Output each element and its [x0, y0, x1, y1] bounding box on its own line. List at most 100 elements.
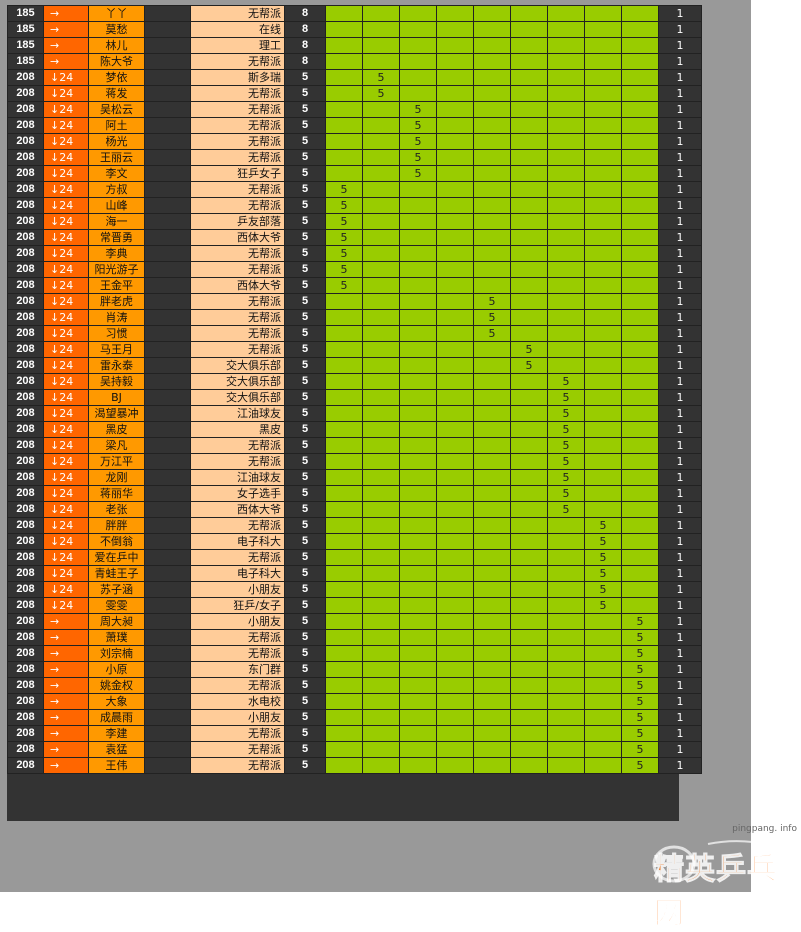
count-cell: 1 [658, 293, 702, 310]
round-cell [621, 341, 659, 358]
rank-cell: 208 [7, 437, 44, 454]
rank-cell: 208 [7, 693, 44, 710]
count-cell: 1 [658, 517, 702, 534]
round-cell [584, 85, 622, 102]
count-cell: 1 [658, 437, 702, 454]
player-name-cell: 苏子涵 [88, 581, 145, 598]
round-cell [325, 389, 363, 406]
rank-cell: 208 [7, 149, 44, 166]
count-cell: 1 [658, 581, 702, 598]
rank-cell: 185 [7, 5, 44, 22]
table-row: 208 ↓24 胖胖 无帮派 5 5 1 [7, 517, 702, 534]
round-cell [436, 197, 474, 214]
rank-change-cell: → [43, 677, 89, 694]
round-cell [436, 341, 474, 358]
round-cell [510, 517, 548, 534]
rank-change-cell: ↓24 [43, 437, 89, 454]
round-cell [325, 549, 363, 566]
score-cell: 5 [284, 501, 326, 518]
count-cell: 1 [658, 645, 702, 662]
round-cell [362, 5, 400, 22]
round-cell [510, 677, 548, 694]
player-name-cell: 杨光 [88, 133, 145, 150]
round-cell [473, 421, 511, 438]
player-name-cell: 爱在乒中 [88, 549, 145, 566]
rank-cell: 208 [7, 165, 44, 182]
round-cell [621, 485, 659, 502]
round-cell [362, 565, 400, 582]
count-cell: 1 [658, 261, 702, 278]
table-row: 208 ↓24 雯雯 狂乒/女子 5 5 1 [7, 597, 702, 614]
round-cell: 5 [399, 101, 437, 118]
player-name-cell: 刘宗楠 [88, 645, 145, 662]
round-cell: 5 [547, 453, 585, 470]
round-cell [473, 629, 511, 646]
round-cell [547, 309, 585, 326]
round-cell [510, 661, 548, 678]
rank-cell: 208 [7, 69, 44, 86]
round-cell: 5 [510, 357, 548, 374]
round-cell [547, 5, 585, 22]
player-name-cell: 胖老虎 [88, 293, 145, 310]
count-cell: 1 [658, 373, 702, 390]
round-cell [547, 133, 585, 150]
score-cell: 8 [284, 53, 326, 70]
round-cell [473, 709, 511, 726]
count-cell: 1 [658, 277, 702, 294]
player-name-cell: 吴持毅 [88, 373, 145, 390]
round-cell [362, 661, 400, 678]
rank-cell: 208 [7, 277, 44, 294]
round-cell [362, 485, 400, 502]
round-cell [510, 725, 548, 742]
score-cell: 5 [284, 213, 326, 230]
round-cell [362, 405, 400, 422]
round-cell [399, 277, 437, 294]
round-cell [436, 181, 474, 198]
club-cell: 狂乒女子 [190, 165, 285, 182]
round-cell [621, 5, 659, 22]
round-cell [436, 485, 474, 502]
round-cell [362, 373, 400, 390]
round-cell [362, 325, 400, 342]
player-name-cell: 成晨雨 [88, 709, 145, 726]
empty-cell [144, 485, 191, 502]
club-cell: 无帮派 [190, 325, 285, 342]
empty-cell [144, 373, 191, 390]
rank-cell: 208 [7, 629, 44, 646]
club-cell: 无帮派 [190, 725, 285, 742]
count-cell: 1 [658, 629, 702, 646]
round-cell [510, 181, 548, 198]
round-cell [399, 373, 437, 390]
club-cell: 无帮派 [190, 101, 285, 118]
round-cell [621, 373, 659, 390]
round-cell [325, 117, 363, 134]
club-cell: 水电校 [190, 693, 285, 710]
round-cell [621, 261, 659, 278]
round-cell: 5 [399, 133, 437, 150]
round-cell [399, 437, 437, 454]
score-cell: 5 [284, 469, 326, 486]
round-cell [473, 165, 511, 182]
rank-change-cell: ↓24 [43, 501, 89, 518]
count-cell: 1 [658, 469, 702, 486]
round-cell [436, 21, 474, 38]
player-name-cell: 王丽云 [88, 149, 145, 166]
round-cell [399, 85, 437, 102]
empty-cell [144, 229, 191, 246]
club-cell: 无帮派 [190, 133, 285, 150]
table-row: 208 ↓24 李文 狂乒女子 5 5 1 [7, 165, 702, 182]
rank-change-cell: ↓24 [43, 261, 89, 278]
rank-change-cell: ↓24 [43, 293, 89, 310]
rank-cell: 208 [7, 517, 44, 534]
player-name-cell: 吴松云 [88, 101, 145, 118]
round-cell [621, 181, 659, 198]
table-row: 208 ↓24 吴持毅 交大俱乐部 5 5 1 [7, 373, 702, 390]
round-cell: 5 [325, 181, 363, 198]
round-cell: 5 [621, 629, 659, 646]
rank-cell: 208 [7, 613, 44, 630]
empty-cell [144, 53, 191, 70]
round-cell [547, 661, 585, 678]
round-cell [399, 629, 437, 646]
round-cell [473, 597, 511, 614]
round-cell [547, 21, 585, 38]
